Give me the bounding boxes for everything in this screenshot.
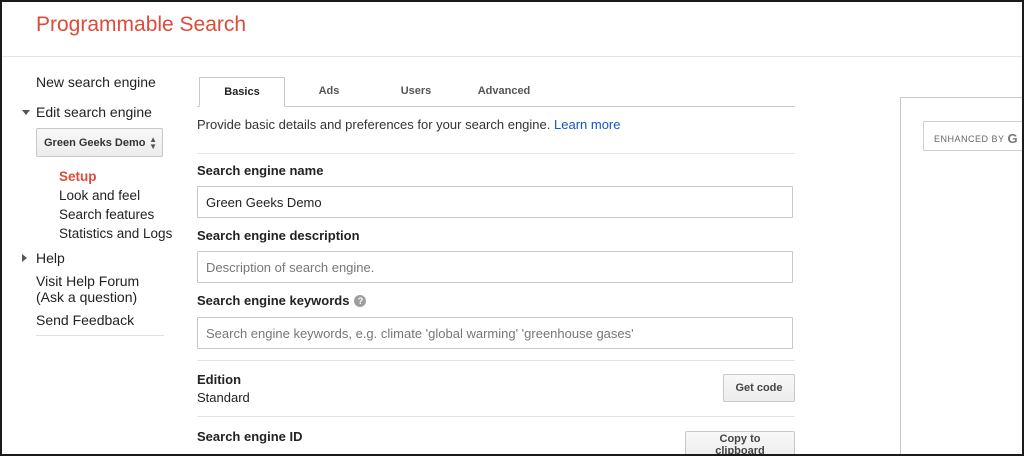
app-window: Programmable Search New search engine Ed…: [0, 0, 1024, 456]
learn-more-link[interactable]: Learn more: [554, 117, 620, 132]
keywords-label-text: Search engine keywords: [197, 293, 350, 308]
tab-bar: Basics Ads Users Advanced: [197, 77, 795, 107]
sidebar-item-statistics[interactable]: Statistics and Logs: [59, 226, 172, 241]
help-forum-line1: Visit Help Forum: [36, 273, 140, 289]
app-title[interactable]: Programmable Search: [36, 13, 246, 37]
edition-label: Edition: [197, 372, 242, 387]
sidebar-item-search-features[interactable]: Search features: [59, 207, 154, 222]
intro-description: Provide basic details and preferences fo…: [197, 117, 551, 132]
edition-value: Standard: [197, 390, 250, 405]
tab-users[interactable]: Users: [375, 77, 457, 107]
name-input[interactable]: [197, 186, 793, 218]
engine-select[interactable]: Green Geeks Demo ▲ ▼: [36, 128, 163, 157]
description-input[interactable]: [197, 251, 793, 283]
name-label: Search engine name: [197, 163, 324, 178]
google-logo-icon: G: [1007, 131, 1019, 146]
sidebar-item-setup[interactable]: Setup: [59, 169, 97, 184]
divider: [197, 153, 795, 154]
new-search-engine-link[interactable]: New search engine: [36, 74, 156, 90]
engine-select-value: Green Geeks Demo: [44, 137, 146, 149]
enhanced-by-text: ENHANCED BY: [934, 134, 1005, 144]
keywords-input[interactable]: [197, 317, 793, 349]
preview-search-box[interactable]: ENHANCED BY G: [923, 121, 1022, 151]
select-arrows-icon: ▲ ▼: [149, 135, 157, 151]
help-forum-link[interactable]: Visit Help Forum (Ask a question): [36, 273, 139, 305]
expand-right-icon[interactable]: [22, 254, 27, 262]
expand-down-icon[interactable]: [22, 110, 30, 115]
preview-panel: ENHANCED BY G: [900, 97, 1022, 454]
help-forum-line2: (Ask a question): [36, 289, 138, 305]
intro-text: Provide basic details and preferences fo…: [197, 117, 620, 132]
send-feedback-link[interactable]: Send Feedback: [36, 312, 134, 328]
engine-id-label: Search engine ID: [197, 429, 303, 444]
edit-search-engine-link[interactable]: Edit search engine: [36, 104, 152, 120]
keywords-label: Search engine keywords?: [197, 293, 367, 308]
tab-advanced[interactable]: Advanced: [465, 77, 543, 107]
divider: [197, 416, 795, 417]
copy-to-clipboard-button[interactable]: Copy to clipboard: [685, 431, 795, 454]
sidebar-item-look-and-feel[interactable]: Look and feel: [59, 188, 140, 203]
tab-ads[interactable]: Ads: [289, 77, 369, 107]
header: Programmable Search: [2, 2, 1022, 57]
divider: [197, 360, 795, 361]
help-icon[interactable]: ?: [354, 295, 367, 307]
tab-basics[interactable]: Basics: [199, 77, 285, 107]
description-label: Search engine description: [197, 228, 360, 243]
help-link[interactable]: Help: [36, 250, 65, 266]
get-code-button[interactable]: Get code: [723, 374, 795, 402]
sidebar-divider: [36, 335, 164, 336]
